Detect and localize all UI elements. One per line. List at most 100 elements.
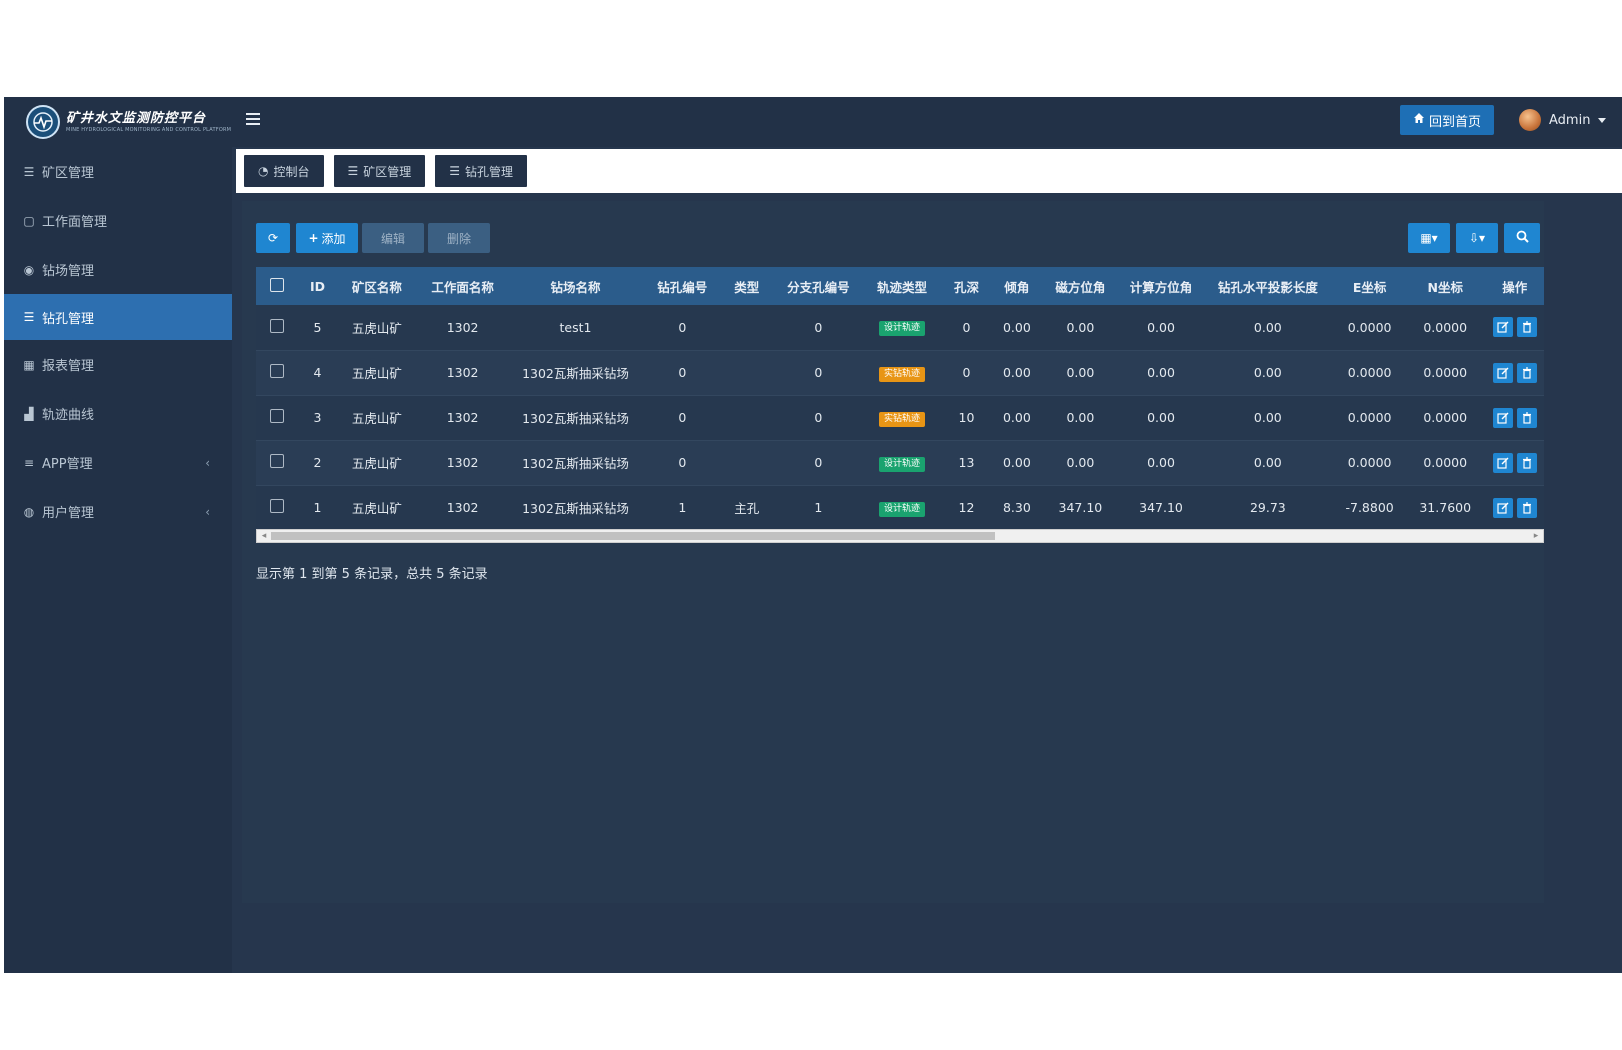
trash-icon[interactable]	[1516, 497, 1537, 518]
column-header[interactable]: ID	[298, 267, 336, 305]
sidebar-item-app[interactable]: ≡ APP管理 ‹	[4, 438, 232, 487]
sidebar-item-drill-hole[interactable]: ☰ 钻孔管理	[4, 294, 232, 340]
table-cell: 8.30	[1002, 500, 1031, 515]
list-icon: ☰	[23, 310, 35, 324]
column-header[interactable]: 矿区名称	[337, 267, 418, 305]
edit-icon[interactable]	[1492, 497, 1513, 518]
scrollbar-thumb[interactable]	[271, 532, 995, 540]
column-header[interactable]: 孔深	[939, 267, 993, 305]
table-row[interactable]: 3 五虎山矿 1302 1302瓦斯抽采钻场 0 0 实钻轨迹 10 0.00 0.00 0.00 0…	[256, 395, 1544, 440]
logo-icon	[26, 105, 60, 139]
pagination-info: 显示第 1 到第 5 条记录，总共 5 条记录	[256, 567, 488, 582]
table-cell: 0.00	[1066, 365, 1095, 380]
table-cell: 0.0000	[1347, 455, 1392, 470]
edit-button[interactable]: 编辑	[362, 223, 424, 253]
table-cell: 五虎山矿	[351, 411, 402, 426]
tab-dashboard[interactable]: ◔ 控制台	[244, 155, 324, 187]
row-checkbox[interactable]	[256, 485, 298, 529]
edit-icon[interactable]	[1492, 362, 1513, 383]
logo[interactable]: 矿井水文监测防控平台 MINE HYDROLOGICAL MONITORING …	[4, 97, 232, 147]
table-cell	[722, 440, 772, 485]
column-header[interactable]: 类型	[722, 267, 772, 305]
row-checkbox[interactable]	[256, 305, 298, 350]
table-cell: 0	[678, 365, 687, 380]
chevron-left-icon: ‹	[205, 455, 210, 470]
table-cell	[722, 305, 772, 350]
row-checkbox[interactable]	[256, 395, 298, 440]
table-cell: 0.00	[1147, 319, 1175, 335]
delete-button[interactable]: 删除	[428, 223, 490, 253]
edit-icon[interactable]	[1492, 407, 1513, 428]
row-checkbox[interactable]	[256, 350, 298, 395]
sidebar-item-label: 矿区管理	[42, 166, 95, 181]
row-actions	[1486, 395, 1544, 440]
column-header[interactable]: E坐标	[1334, 267, 1405, 305]
table-cell: 0.00	[1253, 319, 1282, 335]
table-cell: 2	[313, 455, 322, 470]
sidebar-item-user[interactable]: ◍ 用户管理 ‹	[4, 487, 232, 536]
column-header[interactable]: 轨迹类型	[865, 267, 940, 305]
trash-icon[interactable]	[1516, 317, 1537, 338]
column-header[interactable]: N坐标	[1405, 267, 1486, 305]
trash-icon[interactable]	[1516, 452, 1537, 473]
columns-button[interactable]: ▦▾	[1408, 223, 1450, 253]
sidebar-item-drill-field[interactable]: ◉ 钻场管理	[4, 245, 232, 294]
table-cell: 主孔	[734, 501, 760, 516]
scroll-right-icon[interactable]: ▸	[1529, 530, 1543, 542]
row-checkbox[interactable]	[256, 440, 298, 485]
edit-icon[interactable]	[1492, 317, 1513, 338]
table-cell: 0	[678, 410, 687, 425]
table-cell: 0.0000	[1423, 365, 1468, 380]
column-header[interactable]: 计算方位角	[1121, 267, 1202, 305]
app-subtitle: MINE HYDROLOGICAL MONITORING AND CONTROL…	[66, 126, 232, 133]
table-row[interactable]: 1 五虎山矿 1302 1302瓦斯抽采钻场 1 主孔 1 设计轨迹 12 8.30 347.10 3…	[256, 485, 1544, 529]
column-header[interactable]: 磁方位角	[1040, 267, 1121, 305]
track-type-cell: 实钻轨迹	[865, 350, 940, 395]
refresh-icon: ⟳	[267, 231, 279, 245]
sidebar-item-workface[interactable]: ▢ 工作面管理	[4, 196, 232, 245]
table-cell: 1302	[446, 455, 479, 470]
home-icon	[1413, 112, 1425, 128]
tab-drill-hole[interactable]: ☰ 钻孔管理	[435, 155, 528, 187]
home-button[interactable]: 回到首页	[1400, 105, 1494, 135]
select-all-checkbox[interactable]	[256, 267, 298, 305]
add-button[interactable]: + 添加	[296, 223, 358, 253]
column-header[interactable]: 倾角	[994, 267, 1040, 305]
table-cell: 4	[313, 365, 322, 380]
trash-icon[interactable]	[1516, 362, 1537, 383]
table-cell: 0.0000	[1347, 319, 1392, 335]
search-button[interactable]	[1504, 223, 1540, 253]
sidebar-item-report[interactable]: ▦ 报表管理	[4, 340, 232, 389]
column-header[interactable]: 钻场名称	[508, 267, 643, 305]
track-type-badge: 实钻轨迹	[879, 366, 926, 382]
trash-icon[interactable]	[1516, 407, 1537, 428]
tabs-bar: ◔ 控制台 ☰ 矿区管理 ☰ 钻孔管理	[236, 149, 1622, 193]
user-menu[interactable]: Admin	[1519, 107, 1607, 133]
scroll-left-icon[interactable]: ◂	[257, 530, 271, 542]
column-header[interactable]: 工作面名称	[417, 267, 508, 305]
export-button[interactable]: ⇩▾	[1456, 223, 1498, 253]
table-row[interactable]: 4 五虎山矿 1302 1302瓦斯抽采钻场 0 0 实钻轨迹 0 0.00 0.00 0.00 0.…	[256, 350, 1544, 395]
table-row[interactable]: 5 五虎山矿 1302 test1 0 0 设计轨迹 0 0.00 0.00 0.00 0.00 0.0…	[256, 305, 1544, 350]
table-cell: 0.00	[1002, 319, 1031, 335]
edit-icon[interactable]	[1492, 452, 1513, 473]
table-row[interactable]: 2 五虎山矿 1302 1302瓦斯抽采钻场 0 0 设计轨迹 13 0.00 0.00 0.00 0…	[256, 440, 1544, 485]
table-cell: 0.00	[1147, 410, 1175, 425]
track-type-cell: 设计轨迹	[865, 440, 940, 485]
table-cell: 5	[313, 319, 322, 335]
sidebar-item-trajectory[interactable]: ▟ 轨迹曲线	[4, 389, 232, 438]
menu-toggle-icon[interactable]	[246, 113, 260, 125]
tab-mine[interactable]: ☰ 矿区管理	[333, 155, 426, 187]
column-header[interactable]: 钻孔水平投影长度	[1201, 267, 1334, 305]
horizontal-scrollbar[interactable]: ◂ ▸	[256, 529, 1544, 543]
column-header[interactable]: 钻孔编号	[643, 267, 722, 305]
search-icon	[1516, 230, 1529, 246]
list-icon: ☰	[347, 164, 359, 178]
table-cell: 0	[814, 455, 823, 470]
table-cell: 五虎山矿	[351, 456, 402, 471]
sidebar-item-mine[interactable]: ☰ 矿区管理	[4, 147, 232, 196]
table-cell: 1	[313, 500, 322, 515]
refresh-button[interactable]: ⟳	[256, 223, 290, 253]
column-header[interactable]: 分支孔编号	[772, 267, 865, 305]
table-cell: 12	[958, 500, 975, 515]
